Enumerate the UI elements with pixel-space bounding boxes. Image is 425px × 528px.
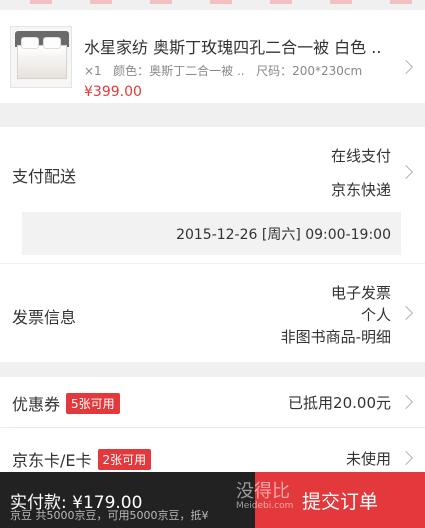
chevron-right-icon — [398, 59, 414, 75]
top-strip — [0, 0, 425, 10]
strip-segment — [210, 0, 232, 4]
product-qty: ×1 — [84, 64, 102, 78]
coupon-label: 优惠券 — [12, 395, 61, 414]
strip-segment — [150, 0, 172, 4]
invoice-content: 非图书商品-明细 — [280, 328, 391, 346]
product-item[interactable]: 水星家纺 奥斯丁玫瑰四孔二合一被 白色 .. ×1 颜色：奥斯丁二合一被 .. … — [0, 10, 425, 103]
strip-segment — [390, 0, 412, 4]
invoice-title: 个人 — [360, 306, 391, 324]
coupon-row[interactable]: 优惠券 5张可用 已抵用20.00元 — [0, 377, 425, 427]
watermark-sub: Meidebi.com — [236, 501, 294, 511]
coupon-label-wrap: 优惠券 5张可用 — [12, 391, 120, 415]
jingdou-info: 京豆 共5000京豆，可用5000京豆，抵¥ — [10, 509, 209, 522]
payment-method: 在线支付 — [330, 147, 391, 165]
strip-segment — [330, 0, 352, 4]
product-size: 尺码：200*230cm — [256, 64, 363, 78]
coupon-value: 已抵用20.00元 — [288, 394, 391, 412]
jd-card-row[interactable]: 京东卡/E卡 2张可用 未使用 — [0, 428, 425, 472]
bed-shape — [17, 45, 67, 79]
watermark: 没得比 Meidebi.com — [236, 477, 293, 511]
delivery-time[interactable]: 2015-12-26 [周六] 09:00-19:00 — [22, 212, 401, 255]
product-thumbnail[interactable] — [10, 26, 72, 88]
product-price: ¥399.00 — [84, 84, 142, 100]
pillow-shape — [21, 37, 39, 49]
pillow-shape — [43, 37, 61, 49]
invoice-section[interactable]: 发票信息 电子发票 个人 非图书商品-明细 — [0, 264, 425, 362]
jd-card-label: 京东卡/E卡 — [12, 451, 92, 470]
product-title: 水星家纺 奥斯丁玫瑰四孔二合一被 白色 .. — [84, 38, 382, 57]
shipping-method: 京东快递 — [330, 181, 391, 199]
jd-card-badge: 2张可用 — [97, 449, 152, 470]
jd-card-value: 未使用 — [345, 450, 391, 468]
coupon-badge: 5张可用 — [66, 393, 120, 414]
product-meta: ×1 颜色：奥斯丁二合一被 .. 尺码：200*230cm — [84, 62, 362, 79]
invoice-type: 电子发票 — [330, 284, 391, 302]
chevron-right-icon — [398, 305, 414, 321]
jd-card-label-wrap: 京东卡/E卡 2张可用 — [12, 447, 152, 471]
payment-delivery-section[interactable]: 支付配送 在线支付 京东快递 2015-12-26 [周六] 09:00-19:… — [0, 127, 425, 263]
chevron-right-icon — [398, 164, 414, 180]
watermark-main: 没得比 — [236, 481, 290, 502]
strip-segment — [30, 0, 52, 4]
chevron-right-icon — [398, 394, 414, 410]
strip-segment — [270, 0, 292, 4]
chevron-right-icon — [398, 450, 414, 466]
invoice-label: 发票信息 — [12, 308, 77, 327]
product-color: 颜色：奥斯丁二合一被 .. — [113, 64, 245, 78]
payment-label: 支付配送 — [12, 167, 77, 186]
strip-segment — [90, 0, 112, 4]
